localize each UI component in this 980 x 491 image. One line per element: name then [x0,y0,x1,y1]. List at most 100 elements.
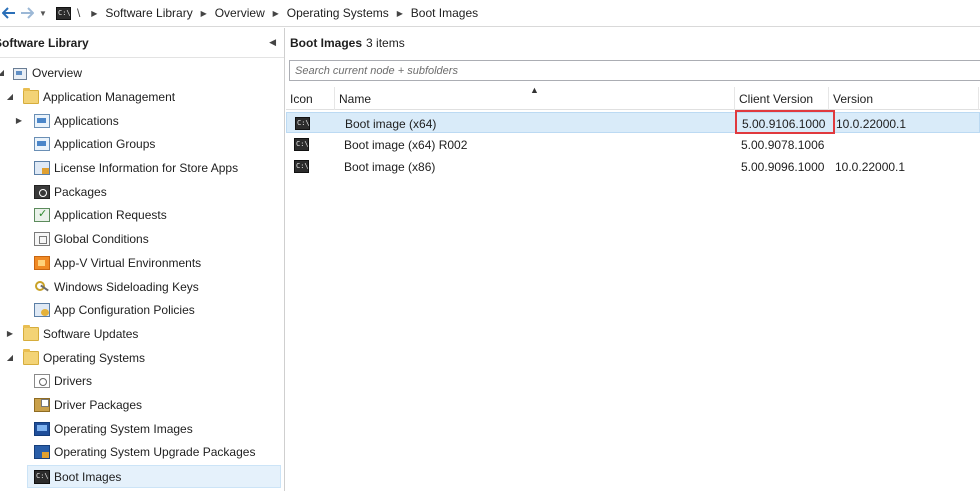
collapse-pane-icon[interactable]: ◀ [269,37,276,48]
application-icon [34,113,50,128]
item-count: 3 items [366,36,405,50]
expand-arrow-icon[interactable]: ◢ [5,353,15,362]
os-image-icon [34,421,50,436]
tree-item-overview[interactable]: ◢ Overview [0,61,82,84]
content-pane: Boot Images 3 items Search current node … [286,28,980,491]
breadcrumb-overview[interactable]: Overview [212,6,268,20]
tree-item-driver-packages[interactable]: Driver Packages [34,393,142,416]
tree-item-label: Driver Packages [54,397,143,412]
column-header-client-version[interactable]: Client Version [735,87,829,110]
tree-item-label: App Configuration Policies [54,302,195,317]
table-row[interactable]: Boot image (x64) R002 5.00.9078.1006 [286,134,980,155]
tree-item-operating-systems[interactable]: ◢ Operating Systems [5,346,145,369]
package-icon [34,184,50,199]
overview-icon [12,66,28,80]
license-icon [34,160,50,175]
collapsed-arrow-icon[interactable]: ▶ [14,116,24,125]
config-policy-icon [34,302,50,317]
navigation-pane-header: Software Library ◀ [0,28,284,58]
tree-item-label: Operating System Images [54,421,193,436]
cell-name: Boot image (x64) [345,116,437,131]
tree-item-label: Drivers [54,373,92,388]
tree-item-label: Packages [54,184,107,199]
tree-item-drivers[interactable]: Drivers [34,369,92,392]
navigation-pane: Software Library ◀ ◢ Overview ◢ Applicat… [0,28,285,491]
content-pane-title: Boot Images [290,36,363,50]
cell-version: 10.0.22000.1 [836,116,907,131]
tree-item-os-upgrade-packages[interactable]: Operating System Upgrade Packages [34,440,255,463]
cell-client-version: 5.00.9096.1000 [741,159,825,174]
os-upgrade-icon [34,444,50,459]
location-boot-image-icon [56,6,71,20]
tree-item-application-requests[interactable]: Application Requests [34,203,167,226]
tree-item-appv-environments[interactable]: App-V Virtual Environments [34,251,201,274]
tree-item-application-management[interactable]: ◢ Application Management [5,85,175,108]
history-dropdown-button[interactable]: ▼ [36,3,50,23]
tree-item-label: License Information for Store Apps [54,160,239,175]
breadcrumb-separator-icon[interactable]: ▶ [196,9,212,18]
folder-icon [23,348,39,365]
breadcrumb-separator-icon[interactable]: ▶ [392,9,408,18]
breadcrumb-separator-icon[interactable]: ▶ [86,9,102,18]
boot-image-icon [295,117,310,130]
column-header-version[interactable]: Version [829,87,979,110]
tree-item-label: Windows Sideloading Keys [54,279,199,294]
cell-version: 10.0.22000.1 [835,159,906,174]
boot-image-icon [294,160,309,173]
grid-header: ▲ Icon Name Client Version Version [286,85,980,110]
breadcrumb-separator-icon[interactable]: ▶ [268,9,284,18]
cell-client-version: 5.00.9078.1006 [741,137,825,152]
tree-item-label: Global Conditions [54,231,149,246]
tree-item-label: Application Requests [54,207,167,222]
key-icon [34,280,50,294]
tree-item-label: Application Groups [54,136,156,151]
breadcrumb-operating-systems[interactable]: Operating Systems [284,6,392,20]
tree-item-label: Applications [54,113,119,128]
tree-item-os-images[interactable]: Operating System Images [34,417,193,440]
tree-item-label: App-V Virtual Environments [54,255,202,270]
tree-item-label: Application Management [43,89,176,104]
boot-image-icon [294,138,309,151]
search-input[interactable]: Search current node + subfolders [289,60,980,81]
cell-name: Boot image (x64) R002 [344,137,468,152]
tree-item-license-information[interactable]: License Information for Store Apps [34,156,238,179]
driver-package-icon [34,397,50,412]
appv-icon [34,255,50,270]
forward-button[interactable] [18,3,36,23]
tree-item-app-configuration-policies[interactable]: App Configuration Policies [34,298,195,321]
back-button[interactable] [0,3,18,23]
tree-item-label: Operating Systems [43,350,146,365]
address-bar: ▼ \ ▶ Software Library ▶ Overview ▶ Oper… [0,0,980,27]
cell-name: Boot image (x86) [344,159,436,174]
collapsed-arrow-icon[interactable]: ▶ [5,329,15,338]
folder-icon [23,87,39,104]
driver-icon [34,373,50,388]
breadcrumb-boot-images[interactable]: Boot Images [408,6,481,20]
tree-item-label: Boot Images [54,469,122,484]
expand-arrow-icon[interactable]: ◢ [0,68,6,77]
tree-item-software-updates[interactable]: ▶ Software Updates [5,322,138,345]
navigation-pane-title: Software Library [0,35,89,50]
column-header-icon[interactable]: Icon [286,87,335,110]
tree-item-global-conditions[interactable]: Global Conditions [34,227,149,250]
application-group-icon [34,136,50,151]
tree-item-boot-images[interactable]: Boot Images [27,465,281,488]
highlight-box [735,110,835,134]
content-pane-header: Boot Images 3 items [286,28,980,58]
global-condition-icon [34,231,50,246]
folder-icon [23,324,39,341]
tree-item-applications[interactable]: ▶ Applications [14,109,119,132]
tree-item-packages[interactable]: Packages [34,180,107,203]
breadcrumb-root[interactable]: \ [71,6,86,20]
expand-arrow-icon[interactable]: ◢ [5,92,15,101]
application-request-icon [34,207,50,222]
breadcrumb-software-library[interactable]: Software Library [102,6,195,20]
column-header-name[interactable]: Name [335,87,735,110]
table-row[interactable]: Boot image (x64) 5.00.9106.1000 10.0.220… [286,112,980,133]
tree-item-label: Operating System Upgrade Packages [54,444,256,459]
back-arrow-icon [2,7,15,19]
table-row[interactable]: Boot image (x86) 5.00.9096.1000 10.0.220… [286,156,980,177]
tree-item-application-groups[interactable]: Application Groups [34,132,155,155]
tree-item-sideloading-keys[interactable]: Windows Sideloading Keys [34,275,199,298]
tree-item-label: Overview [32,65,83,80]
